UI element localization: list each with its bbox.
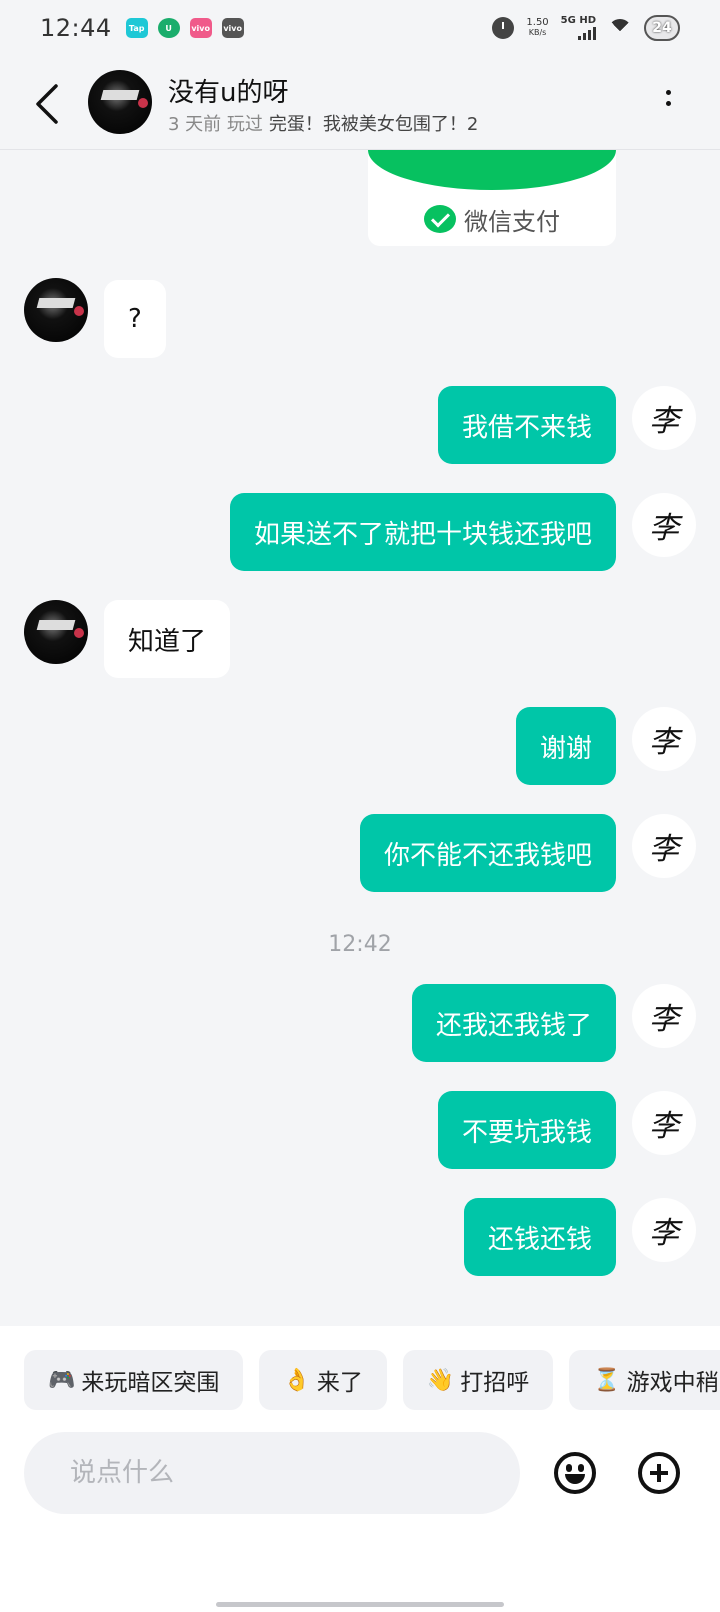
my-avatar[interactable]: 李 — [632, 493, 696, 557]
message-bubble[interactable]: 不要坑我钱 — [437, 1091, 616, 1169]
wechat-pay-icon — [424, 205, 456, 233]
alarm-icon — [492, 17, 515, 39]
net-speed: 1.50 KB/s — [526, 18, 548, 38]
quick-replies: 🎮 来玩暗区突围 👌 来了 👋 打招呼 ⏳ 游戏中稍 — [24, 1350, 720, 1410]
my-avatar[interactable]: 李 — [632, 707, 696, 771]
message-bubble[interactable]: 我借不来钱 — [437, 386, 616, 464]
my-avatar[interactable]: 李 — [632, 984, 696, 1048]
my-avatar[interactable]: 李 — [632, 386, 696, 450]
status-right: 1.50 KB/s 5G HD 24 — [492, 15, 680, 41]
add-attachment-icon[interactable] — [638, 1452, 680, 1494]
quick-reply-chip[interactable]: ⏳ 游戏中稍 — [569, 1350, 720, 1410]
message-bubble[interactable]: ? — [104, 280, 166, 358]
my-avatar[interactable]: 李 — [632, 1198, 696, 1262]
emoji-icon[interactable] — [554, 1452, 596, 1494]
back-arrow-icon[interactable] — [34, 82, 74, 126]
message-bubble[interactable]: 还钱还钱 — [463, 1198, 616, 1276]
last-played-game[interactable]: 完蛋！我被美女包围了！2 — [269, 114, 478, 135]
contact-avatar[interactable] — [88, 70, 152, 134]
wechat-pay-card[interactable]: 微信支付 — [368, 150, 616, 246]
last-played-time: 3 天前 玩过 — [168, 114, 263, 135]
message-bubble[interactable]: 还我还我钱了 — [411, 984, 616, 1062]
net-speed-value: 1.50 — [526, 17, 549, 28]
battery-icon: 24 — [644, 15, 680, 41]
my-avatar[interactable]: 李 — [632, 1091, 696, 1155]
message-timestamp: 12:42 — [328, 932, 392, 957]
hourglass-icon: ⏳ — [593, 1367, 621, 1393]
composer-panel: 🎮 来玩暗区突围 👌 来了 👋 打招呼 ⏳ 游戏中稍 — [0, 1326, 720, 1612]
quick-reply-chip[interactable]: 🎮 来玩暗区突围 — [24, 1350, 244, 1410]
home-indicator[interactable] — [216, 1602, 504, 1607]
quick-reply-chip[interactable]: 👋 打招呼 — [402, 1350, 554, 1410]
quick-reply-label: 来了 — [316, 1370, 363, 1396]
ok-hand-icon: 👌 — [283, 1367, 311, 1393]
contact-activity: 3 天前 玩过 完蛋！我被美女包围了！2 — [168, 110, 478, 136]
peer-avatar[interactable] — [24, 600, 88, 664]
more-options-icon[interactable] — [660, 86, 676, 122]
status-time: 12:44 — [40, 14, 112, 42]
wifi-icon — [608, 19, 632, 37]
net-speed-unit: KB/s — [528, 28, 547, 37]
chat-header: 没有u的呀 3 天前 玩过 完蛋！我被美女包围了！2 — [0, 56, 720, 150]
app-pink-icon: vivo — [189, 18, 212, 38]
vivo-icon: vivo — [221, 18, 244, 38]
pay-card-banner — [368, 150, 616, 190]
notification-icons: Tap U vivo vivo — [125, 18, 244, 38]
signal-bars-icon — [578, 26, 596, 40]
contact-name[interactable]: 没有u的呀 — [168, 72, 288, 109]
pay-card-footer: 微信支付 — [368, 198, 616, 240]
status-bar: 12:44 Tap U vivo vivo 1.50 KB/s 5G HD 24 — [0, 0, 720, 56]
message-bubble[interactable]: 知道了 — [104, 600, 231, 678]
my-avatar[interactable]: 李 — [632, 814, 696, 878]
peer-avatar[interactable] — [24, 278, 88, 342]
quick-reply-label: 游戏中稍 — [626, 1370, 719, 1396]
input-row — [24, 1432, 704, 1514]
cellular-signal: 5G HD — [561, 16, 596, 40]
message-bubble[interactable]: 你不能不还我钱吧 — [359, 814, 616, 892]
taptap-icon: Tap — [125, 18, 148, 38]
gamepad-icon: 🎮 — [48, 1367, 76, 1393]
quick-reply-label: 来玩暗区突围 — [81, 1370, 220, 1396]
message-bubble[interactable]: 如果送不了就把十块钱还我吧 — [229, 493, 616, 571]
waving-hand-icon: 👋 — [426, 1367, 455, 1393]
network-type: 5G HD — [560, 15, 596, 26]
quick-reply-chip[interactable]: 👌 来了 — [259, 1350, 387, 1410]
pay-card-label: 微信支付 — [464, 207, 560, 236]
message-bubble[interactable]: 谢谢 — [515, 707, 616, 785]
message-list[interactable]: 微信支付 ? 我借不来钱 李 如果送不了就把十块钱还我吧 李 知道了 谢谢 李 … — [0, 150, 720, 1326]
quick-reply-label: 打招呼 — [460, 1370, 530, 1396]
wechat-mini-icon: U — [157, 18, 180, 38]
message-input[interactable] — [24, 1432, 520, 1514]
